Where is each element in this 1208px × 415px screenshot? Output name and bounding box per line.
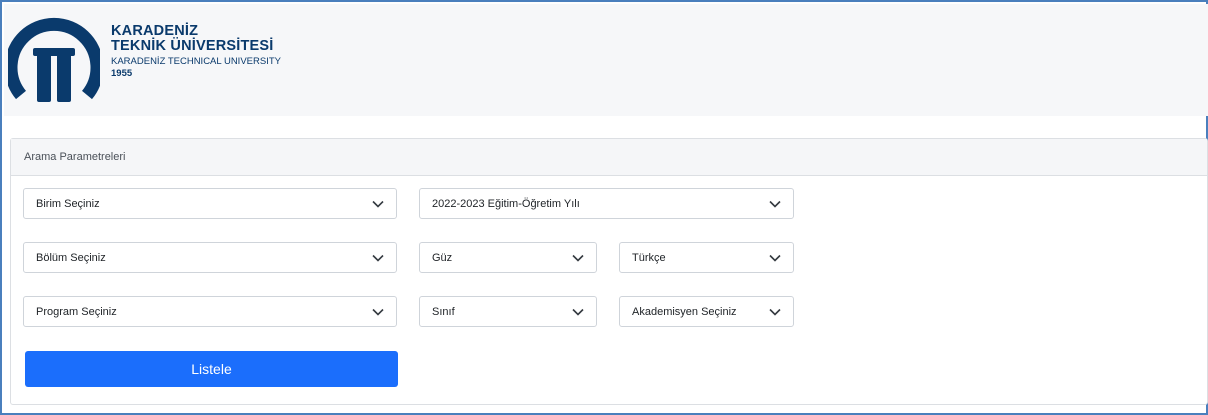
list-button[interactable]: Listele	[25, 351, 398, 387]
bolum-select[interactable]: Bölüm Seçiniz	[23, 242, 397, 273]
chevron-down-icon	[372, 254, 384, 262]
academic-select[interactable]: Akademisyen Seçiniz	[619, 296, 794, 327]
university-logo	[8, 17, 100, 102]
class-select[interactable]: Sınıf	[419, 296, 597, 327]
birim-select-value: Birim Seçiniz	[36, 197, 100, 210]
brand-line-2: TEKNİK ÜNİVERSİTESİ	[111, 38, 274, 54]
semester-select-value: Güz	[432, 251, 453, 264]
program-select-value: Program Seçiniz	[36, 305, 117, 318]
academic-year-select[interactable]: 2022-2023 Eğitim-Öğretim Yılı	[419, 188, 794, 219]
header: KARADENİZ TEKNİK ÜNİVERSİTESİ KARADENİZ …	[4, 4, 1208, 116]
brand-year: 1955	[111, 68, 133, 79]
class-select-value: Sınıf	[432, 305, 455, 318]
chevron-down-icon	[769, 308, 781, 316]
panel-title: Arama Parametreleri	[11, 139, 1207, 176]
chevron-down-icon	[572, 308, 584, 316]
program-select[interactable]: Program Seçiniz	[23, 296, 397, 327]
bolum-select-value: Bölüm Seçiniz	[36, 251, 106, 264]
language-select-value: Türkçe	[632, 251, 666, 264]
chevron-down-icon	[572, 254, 584, 262]
brand-line-3: KARADENİZ TECHNICAL UNIVERSITY	[111, 56, 281, 67]
academic-year-select-value: 2022-2023 Eğitim-Öğretim Yılı	[432, 197, 580, 210]
chevron-down-icon	[372, 308, 384, 316]
language-select[interactable]: Türkçe	[619, 242, 794, 273]
chevron-down-icon	[769, 200, 781, 208]
search-panel: Arama Parametreleri Birim Seçiniz 2022-2…	[10, 138, 1208, 405]
academic-select-value: Akademisyen Seçiniz	[632, 305, 737, 318]
page-frame: KARADENİZ TEKNİK ÜNİVERSİTESİ KARADENİZ …	[0, 0, 1208, 415]
birim-select[interactable]: Birim Seçiniz	[23, 188, 397, 219]
chevron-down-icon	[372, 200, 384, 208]
brand-text: KARADENİZ TEKNİK ÜNİVERSİTESİ KARADENİZ …	[111, 23, 281, 80]
chevron-down-icon	[769, 254, 781, 262]
brand-line-1: KARADENİZ	[111, 23, 199, 39]
semester-select[interactable]: Güz	[419, 242, 597, 273]
